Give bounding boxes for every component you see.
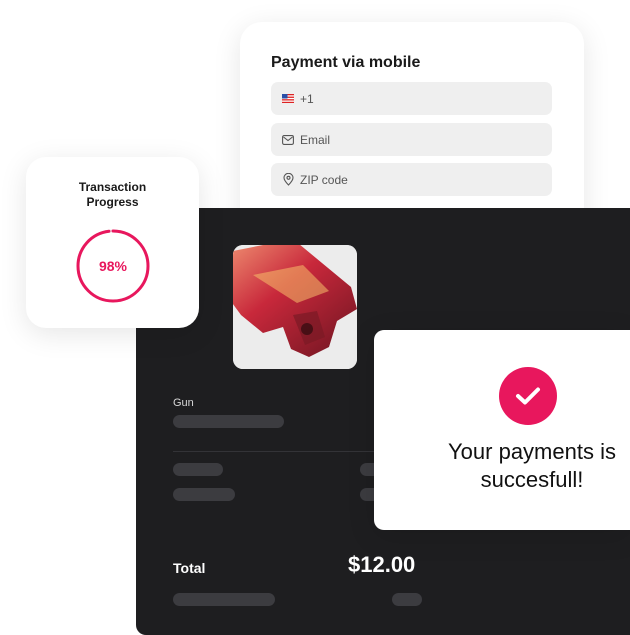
email-placeholder: Email: [300, 132, 331, 147]
total-label: Total: [173, 560, 206, 576]
payment-success-card: Your payments is succesfull!: [374, 330, 630, 530]
line-item-placeholder: [173, 463, 223, 476]
total-subvalue-placeholder: [392, 593, 422, 606]
transaction-progress-card: Transaction Progress 98%: [26, 157, 199, 328]
mail-icon: [282, 134, 294, 146]
zip-placeholder: ZIP code: [300, 172, 348, 187]
progress-percent: 98%: [98, 258, 128, 274]
phone-value: +1: [300, 91, 314, 106]
location-pin-icon: [282, 173, 294, 186]
success-message: Your payments is succesfull!: [422, 438, 630, 494]
product-label: Gun: [173, 397, 194, 409]
progress-title-line1: Transaction: [78, 180, 147, 194]
product-image: [233, 245, 357, 369]
line-item-placeholder: [173, 488, 235, 501]
progress-title-line2: Progress: [86, 195, 139, 209]
success-badge: [499, 367, 557, 425]
total-value: $12.00: [348, 552, 416, 577]
product-name-placeholder: [173, 415, 284, 428]
phone-field[interactable]: +1: [271, 82, 552, 115]
us-flag-icon: [282, 93, 294, 105]
checkmark-icon: [516, 387, 540, 405]
success-message-line1: Your payments is: [448, 439, 616, 464]
total-subtext-placeholder: [173, 593, 275, 606]
progress-title: Transaction Progress: [26, 180, 199, 210]
success-message-line2: succesfull!: [480, 467, 584, 492]
payment-form-title: Payment via mobile: [271, 54, 421, 71]
zip-field[interactable]: ZIP code: [271, 163, 552, 196]
email-field[interactable]: Email: [271, 123, 552, 156]
